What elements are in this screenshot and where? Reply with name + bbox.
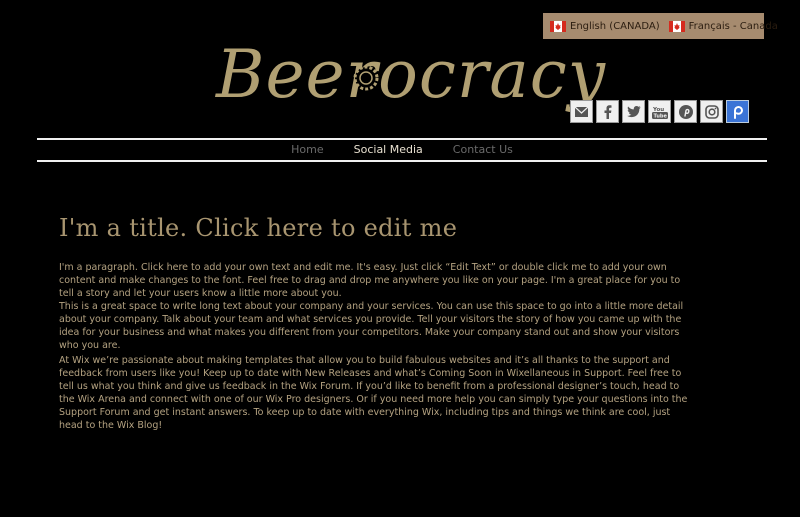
site-logo[interactable]: Beerocracy [216,24,605,124]
paragraph-block-2[interactable]: At Wix we’re passionate about making tem… [59,354,689,432]
language-label: English (CANADA) [570,20,660,32]
language-option-english[interactable]: English (CANADA) [550,20,660,32]
paragraph-text: I'm a paragraph. Click here to add your … [59,262,681,299]
svg-text:Tube: Tube [653,113,667,119]
nav-top-rule [37,138,767,140]
instagram-icon[interactable] [700,100,723,123]
paragraph-block-1[interactable]: I'm a paragraph. Click here to add your … [59,261,689,352]
youtube-icon[interactable]: You Tube [648,100,671,123]
main-nav: Home Social Media Contact Us [37,141,767,159]
facebook-icon[interactable] [596,100,619,123]
pinterest-icon[interactable] [674,100,697,123]
nav-item-contact-us[interactable]: Contact Us [453,141,513,159]
nav-item-social-media[interactable]: Social Media [354,141,423,159]
twitter-icon[interactable] [622,100,645,123]
canada-flag-icon [550,20,566,32]
paragraph-text: This is a great space to write long text… [59,301,684,351]
language-option-french[interactable]: Français - Canada [668,20,778,32]
nav-item-home[interactable]: Home [291,141,323,159]
envelope-icon[interactable] [570,100,593,123]
language-label: Français - Canada [688,20,778,32]
bottle-cap-icon [353,65,379,91]
social-bar: You Tube [570,100,749,123]
nav-bottom-rule [37,160,767,162]
patreon-icon[interactable] [726,100,749,123]
paragraph-text: At Wix we’re passionate about making tem… [59,355,688,431]
logo-text: Beerocracy [216,35,607,113]
canada-flag-icon [668,20,685,32]
page-title[interactable]: I'm a title. Click here to edit me [59,214,457,242]
